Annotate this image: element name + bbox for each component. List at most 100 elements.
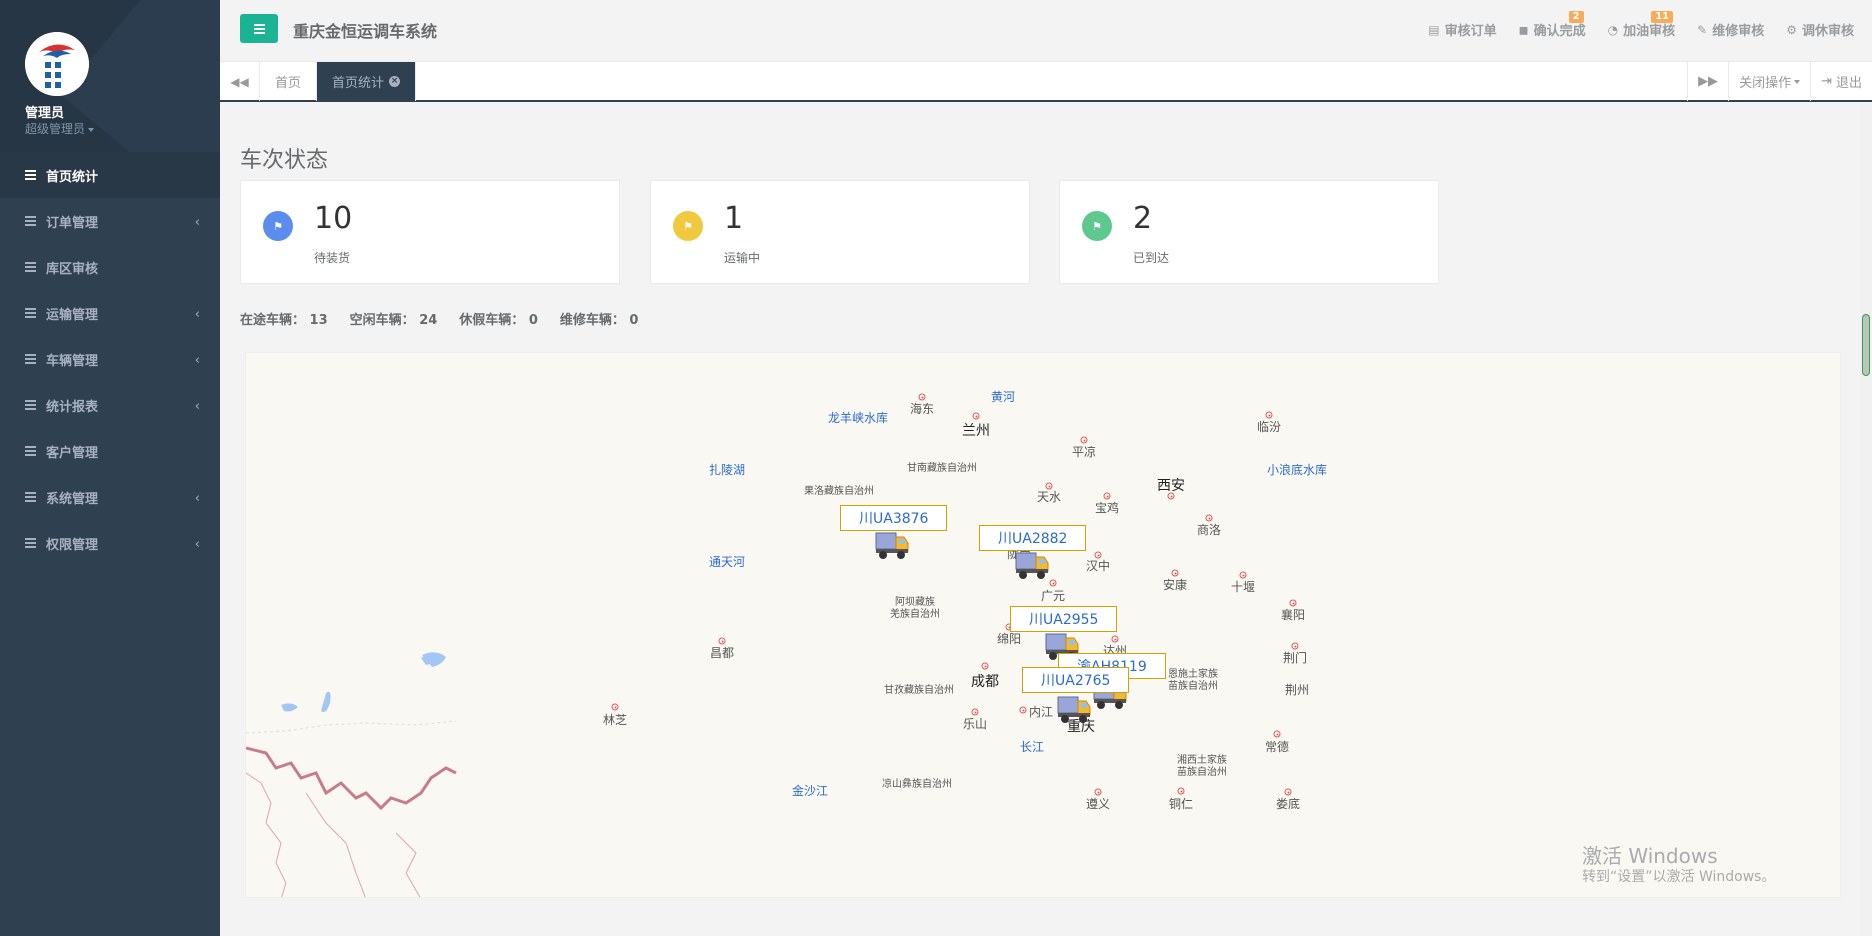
- flag-icon: ⚑: [673, 211, 703, 241]
- map-water-label: 小浪底水库: [1266, 463, 1328, 477]
- map-city-label: 临汾: [1256, 420, 1282, 434]
- logout-icon: ⇥: [1821, 74, 1832, 89]
- profile-panel: 管理员 超级管理员: [0, 0, 220, 152]
- sidebar-item[interactable]: 客户管理: [0, 428, 220, 474]
- sidebar-item-label: 权限管理: [46, 537, 99, 553]
- sidebar-item[interactable]: 首页统计: [0, 152, 220, 198]
- list-icon: [25, 490, 36, 504]
- top-nav-link[interactable]: ◔ 加油审核 11: [1607, 11, 1675, 39]
- stat-card-arrived: ⚑ 2 已到达: [1059, 180, 1439, 284]
- vehicle-map[interactable]: 海东 黄河 龙羊峡水库 兰州 临汾 平凉 扎陵湖 甘南藏族自治州 小浪底水库 果洛藏族自治州 天水西…: [245, 352, 1841, 898]
- map-city-label: 遵义: [1085, 797, 1111, 811]
- chevron-left-icon: ‹: [194, 399, 200, 414]
- user-role-dropdown[interactable]: 超级管理员: [25, 120, 95, 137]
- top-nav-link[interactable]: ◼ 确认完成 2: [1519, 11, 1586, 39]
- truck-icon[interactable]: [874, 527, 910, 561]
- close-icon[interactable]: ×: [389, 76, 401, 87]
- file-icon: ▤: [1428, 22, 1440, 37]
- gauge-icon: ◔: [1607, 22, 1619, 37]
- map-city-marker: [1291, 642, 1299, 650]
- map-city-label: 商洛: [1196, 523, 1222, 537]
- backward-icon: ◀◀: [230, 74, 249, 89]
- sidebar-item-label: 车辆管理: [46, 353, 99, 369]
- map-city-marker: [1080, 436, 1088, 444]
- close-ops-dropdown[interactable]: 关闭操作: [1728, 62, 1810, 101]
- sidebar-item[interactable]: 库区审核: [0, 244, 220, 290]
- map-city-label: 广元: [1040, 589, 1066, 603]
- vehicle-count-value: 24: [419, 313, 438, 328]
- map-city-marker: [1103, 492, 1111, 500]
- notification-badge: 11: [1651, 11, 1674, 23]
- stat-value: 1: [724, 201, 744, 236]
- vehicle-count-value: 13: [309, 313, 328, 328]
- list-icon: [25, 214, 36, 228]
- truck-icon[interactable]: [1014, 547, 1050, 581]
- map-city-marker: [1045, 482, 1053, 490]
- map-city-label: 甘南藏族自治州: [907, 463, 977, 474]
- vehicle-count-item: 在途车辆： 13: [240, 309, 328, 328]
- map-city-label: 荆门: [1282, 651, 1308, 665]
- avatar[interactable]: [25, 32, 89, 96]
- vehicle-count-item: 休假车辆： 0: [459, 309, 538, 328]
- page-tab[interactable]: 首页统计 ×: [317, 62, 417, 101]
- top-nav-link[interactable]: ⚙ 调休审核: [1786, 20, 1854, 40]
- chevron-left-icon: ‹: [194, 353, 200, 368]
- map-city-label: 乐山: [962, 717, 988, 731]
- stat-label: 运输中: [724, 251, 761, 265]
- scrollbar-thumb[interactable]: [1862, 314, 1870, 376]
- sidebar-nav: 首页统计 订单管理 ‹ 库区审核 运输管理 ‹ 车辆管理 ‹ 统计报表 ‹ 客户管理 系统管理 ‹ 权限管…: [0, 152, 220, 566]
- caret-down-icon: [88, 127, 95, 132]
- top-nav-link[interactable]: ▤ 审核订单: [1428, 20, 1497, 40]
- map-city-label: 苗族自治州: [1177, 767, 1227, 778]
- sidebar-item[interactable]: 系统管理 ‹: [0, 474, 220, 520]
- truck-plate-label[interactable]: 川UA2765: [1022, 667, 1130, 693]
- map-city-label: 荆州: [1284, 683, 1310, 697]
- map-city-marker: [1111, 635, 1119, 643]
- flag-icon: ⚑: [1082, 211, 1112, 241]
- page-scrollbar[interactable]: [1860, 104, 1872, 936]
- caret-down-icon: [1794, 79, 1801, 84]
- map-water-label: 通天河: [708, 555, 746, 569]
- map-city-marker: [918, 393, 926, 401]
- stat-card-in-transit: ⚑ 1 运输中: [650, 180, 1030, 284]
- flag-icon: ⚑: [263, 211, 293, 241]
- map-city-label: 绵阳: [996, 632, 1022, 646]
- vehicle-counts: 在途车辆： 13 空闲车辆： 24 休假车辆： 0 维修车辆： 0: [240, 309, 638, 328]
- top-nav-link[interactable]: ✎ 维修审核: [1697, 20, 1764, 40]
- list-icon: [25, 352, 36, 366]
- map-city-label: 羌族自治州: [890, 609, 940, 620]
- truck-icon[interactable]: [1056, 691, 1092, 725]
- map-city-label: 宝鸡: [1094, 501, 1120, 515]
- tab-scroll-left-button[interactable]: ◀◀: [220, 62, 260, 101]
- sidebar-item[interactable]: 统计报表 ‹: [0, 382, 220, 428]
- map-city-marker: [1177, 787, 1185, 795]
- tab-bar: ◀◀ 首页 首页统计 × ▶▶ 关闭操作 ⇥ 退出: [220, 61, 1872, 102]
- top-nav-label: 审核订单: [1444, 24, 1497, 39]
- vehicle-count-value: 0: [629, 313, 639, 328]
- tab-scroll-right-button[interactable]: ▶▶: [1687, 62, 1728, 101]
- map-city-marker: [1265, 411, 1273, 419]
- stat-card-pending: ⚑ 10 待装货: [240, 180, 620, 284]
- map-city-label: 内江: [1028, 705, 1054, 719]
- sidebar-item-label: 运输管理: [46, 307, 99, 323]
- logout-button[interactable]: ⇥ 退出: [1810, 62, 1872, 101]
- sidebar-item[interactable]: 车辆管理 ‹: [0, 336, 220, 382]
- vehicle-count-label: 空闲车辆：: [349, 313, 415, 328]
- sidebar-item[interactable]: 运输管理 ‹: [0, 290, 220, 336]
- list-icon: [25, 444, 36, 458]
- stat-value: 10: [314, 201, 353, 236]
- map-city-marker: [1049, 579, 1057, 587]
- sidebar-item[interactable]: 订单管理 ‹: [0, 198, 220, 244]
- map-city-label: 昌都: [709, 646, 735, 660]
- map-city-label: 常德: [1264, 740, 1290, 754]
- page-tab[interactable]: 首页: [260, 62, 318, 101]
- map-city-label: 十堰: [1230, 580, 1256, 594]
- windows-watermark-subtitle: 转到“设置”以激活 Windows。: [1582, 869, 1776, 885]
- menu-toggle-button[interactable]: [240, 14, 278, 43]
- top-nav-label: 调休审核: [1801, 24, 1854, 39]
- section-title: 车次状态: [240, 148, 329, 173]
- stat-value: 2: [1133, 201, 1153, 236]
- user-role-label: 超级管理员: [25, 122, 86, 136]
- sidebar-item[interactable]: 权限管理 ‹: [0, 520, 220, 566]
- chevron-left-icon: ‹: [194, 307, 200, 322]
